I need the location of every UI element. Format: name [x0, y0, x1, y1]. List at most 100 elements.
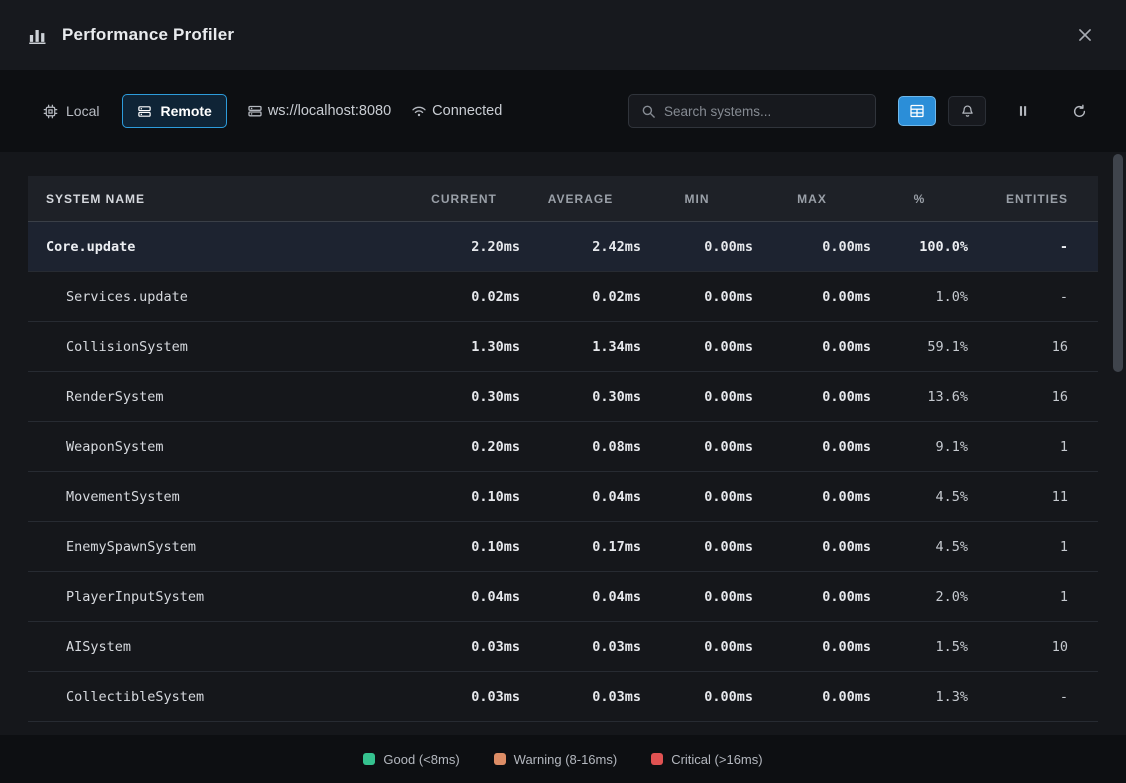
cell-entities: 1 — [968, 589, 1068, 605]
cell-average: 0.30ms — [520, 389, 641, 405]
table-row[interactable]: PlayerInputSystem 0.04ms 0.04ms 0.00ms 0… — [28, 572, 1098, 622]
remote-button-label: Remote — [160, 103, 211, 119]
table-row[interactable]: Services.update 0.02ms 0.02ms 0.00ms 0.0… — [28, 272, 1098, 322]
legend-swatch — [494, 753, 506, 765]
refresh-icon — [1072, 104, 1087, 119]
cell-average: 0.02ms — [520, 289, 641, 305]
cell-average: 0.04ms — [520, 589, 641, 605]
cell-average: 0.04ms — [520, 489, 641, 505]
legend: Good (<8ms) Warning (8-16ms) Critical (>… — [0, 735, 1126, 783]
column-header-current: CURRENT — [408, 192, 520, 206]
column-header-percent: % — [871, 192, 968, 206]
table-row[interactable]: CollectibleSystem 0.03ms 0.03ms 0.00ms 0… — [28, 672, 1098, 722]
cell-min: 0.00ms — [641, 239, 753, 255]
legend-item: Warning (8-16ms) — [494, 752, 618, 767]
cell-average: 0.03ms — [520, 689, 641, 705]
cell-average: 0.08ms — [520, 439, 641, 455]
cell-max: 0.00ms — [753, 339, 871, 355]
cell-current: 2.20ms — [408, 239, 520, 255]
local-button-label: Local — [66, 103, 99, 119]
legend-swatch — [651, 753, 663, 765]
column-header-min: MIN — [641, 192, 753, 206]
table-row[interactable]: WeaponSystem 0.20ms 0.08ms 0.00ms 0.00ms… — [28, 422, 1098, 472]
table-body: Core.update 2.20ms 2.42ms 0.00ms 0.00ms … — [28, 222, 1098, 722]
cell-current: 0.03ms — [408, 689, 520, 705]
table-view-button[interactable] — [898, 96, 936, 126]
cell-system-name: EnemySpawnSystem — [28, 539, 408, 555]
table-row[interactable]: RenderSystem 0.30ms 0.30ms 0.00ms 0.00ms… — [28, 372, 1098, 422]
cell-system-name: RenderSystem — [28, 389, 408, 405]
scrollbar-thumb[interactable] — [1113, 154, 1123, 372]
legend-item: Good (<8ms) — [363, 752, 459, 767]
cell-average: 0.03ms — [520, 639, 641, 655]
cell-percent: 4.5% — [871, 489, 968, 505]
cell-average: 0.17ms — [520, 539, 641, 555]
legend-swatch — [363, 753, 375, 765]
bell-icon — [960, 104, 975, 119]
connection-status: Connected — [411, 103, 502, 119]
cell-min: 0.00ms — [641, 389, 753, 405]
close-icon — [1076, 26, 1094, 44]
search-icon — [641, 104, 656, 119]
cell-system-name: AISystem — [28, 639, 408, 655]
cpu-icon — [43, 104, 58, 119]
table-row[interactable]: EnemySpawnSystem 0.10ms 0.17ms 0.00ms 0.… — [28, 522, 1098, 572]
cell-current: 1.30ms — [408, 339, 520, 355]
table-row[interactable]: AISystem 0.03ms 0.03ms 0.00ms 0.00ms 1.5… — [28, 622, 1098, 672]
pause-icon — [1016, 104, 1030, 118]
server-icon — [247, 103, 263, 119]
cell-entities: - — [968, 689, 1068, 705]
legend-label: Good (<8ms) — [383, 752, 459, 767]
cell-percent: 9.1% — [871, 439, 968, 455]
table-row[interactable]: CollisionSystem 1.30ms 1.34ms 0.00ms 0.0… — [28, 322, 1098, 372]
cell-min: 0.00ms — [641, 539, 753, 555]
cell-percent: 100.0% — [871, 239, 968, 255]
cell-max: 0.00ms — [753, 489, 871, 505]
cell-current: 0.03ms — [408, 639, 520, 655]
column-header-system-name: SYSTEM NAME — [28, 192, 408, 206]
table-row[interactable]: MovementSystem 0.10ms 0.04ms 0.00ms 0.00… — [28, 472, 1098, 522]
remote-button[interactable]: Remote — [122, 94, 226, 128]
table-row[interactable]: Core.update 2.20ms 2.42ms 0.00ms 0.00ms … — [28, 222, 1098, 272]
table-header-row: SYSTEM NAME CURRENT AVERAGE MIN MAX % EN… — [28, 176, 1098, 222]
table-grid-icon — [909, 103, 925, 119]
cell-percent: 1.3% — [871, 689, 968, 705]
ws-url-text: ws://localhost:8080 — [268, 103, 391, 119]
ws-url-status: ws://localhost:8080 — [247, 103, 391, 119]
cell-entities: 10 — [968, 639, 1068, 655]
cell-current: 0.04ms — [408, 589, 520, 605]
cell-max: 0.00ms — [753, 689, 871, 705]
cell-max: 0.00ms — [753, 239, 871, 255]
toolbar: Local Remote w — [0, 70, 1126, 152]
cell-percent: 4.5% — [871, 539, 968, 555]
cell-system-name: CollisionSystem — [28, 339, 408, 355]
alerts-button[interactable] — [948, 96, 986, 126]
cell-entities: 11 — [968, 489, 1068, 505]
close-button[interactable] — [1072, 22, 1098, 48]
cell-entities: 16 — [968, 389, 1068, 405]
cell-current: 0.10ms — [408, 539, 520, 555]
cell-max: 0.00ms — [753, 289, 871, 305]
table-area: SYSTEM NAME CURRENT AVERAGE MIN MAX % EN… — [0, 152, 1126, 735]
cell-min: 0.00ms — [641, 339, 753, 355]
bar-chart-icon — [28, 25, 48, 45]
server-icon — [137, 104, 152, 119]
cell-entities: 16 — [968, 339, 1068, 355]
cell-average: 2.42ms — [520, 239, 641, 255]
cell-min: 0.00ms — [641, 589, 753, 605]
refresh-button[interactable] — [1060, 96, 1098, 126]
column-header-max: MAX — [753, 192, 871, 206]
connection-status-text: Connected — [432, 103, 502, 119]
search-box — [628, 94, 876, 128]
cell-current: 0.10ms — [408, 489, 520, 505]
local-button[interactable]: Local — [28, 94, 114, 128]
legend-label: Critical (>16ms) — [671, 752, 762, 767]
pause-button[interactable] — [1004, 96, 1042, 126]
page-title: Performance Profiler — [62, 25, 234, 45]
wifi-icon — [411, 103, 427, 119]
cell-max: 0.00ms — [753, 389, 871, 405]
search-input[interactable] — [664, 104, 863, 119]
cell-system-name: WeaponSystem — [28, 439, 408, 455]
legend-label: Warning (8-16ms) — [514, 752, 618, 767]
scrollbar-track — [1113, 152, 1123, 735]
